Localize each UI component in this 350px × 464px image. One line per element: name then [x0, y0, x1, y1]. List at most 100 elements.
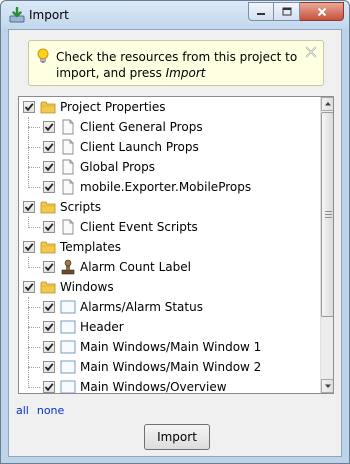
tree-category-row[interactable]: Project Properties [19, 97, 318, 117]
tree-node-label: Client General Props [80, 120, 203, 134]
tree-node-label: Main Windows/Overview [80, 380, 227, 394]
select-none-link[interactable]: none [37, 404, 64, 417]
tree-item-row[interactable]: Header [19, 317, 318, 337]
tree-node-label: Scripts [60, 200, 102, 214]
minimize-icon [257, 12, 265, 15]
import-arrow-icon [9, 7, 25, 23]
grip-line [325, 214, 332, 215]
tree-node-label: Project Properties [60, 100, 166, 114]
tree-rows: Project Properties Client General Props Cl… [19, 97, 318, 394]
resource-checkbox[interactable] [43, 261, 55, 273]
import-dialog: Import Check the resources from this pro… [0, 0, 350, 464]
maximize-button[interactable] [274, 2, 300, 21]
tip-emphasis: Import [165, 66, 206, 80]
tree-node-label: Client Event Scripts [80, 220, 198, 234]
scroll-up-button[interactable] [321, 97, 333, 111]
folder-icon [40, 241, 56, 254]
tree-connector-line [28, 127, 40, 128]
resource-checkbox[interactable] [43, 121, 55, 133]
tree-connector-line [28, 167, 40, 168]
scroll-thumb[interactable] [321, 112, 333, 317]
resource-checkbox[interactable] [43, 181, 55, 193]
tree-item-row[interactable]: mobile.Exporter.MobileProps [19, 177, 318, 197]
resource-checkbox[interactable] [23, 101, 35, 113]
tree-item-row[interactable]: Main Windows/Main Window 2 [19, 357, 318, 377]
tree-category-row[interactable]: Templates [19, 237, 318, 257]
dialog-body: Check the resources from this project to… [8, 29, 342, 457]
resource-checkbox[interactable] [43, 301, 55, 313]
tip-message: Check the resources from this project to… [56, 49, 306, 81]
window-icon [60, 340, 76, 354]
tree-connector-line [28, 147, 40, 148]
folder-icon [40, 201, 56, 214]
resource-checkbox[interactable] [23, 241, 35, 253]
tree-node-label: Main Windows/Main Window 1 [80, 340, 262, 354]
info-tip: Check the resources from this project to… [28, 40, 324, 86]
grip-line [325, 211, 332, 212]
tree-connector-line [28, 367, 40, 368]
tree-node-label: mobile.Exporter.MobileProps [80, 180, 252, 194]
folder-icon [40, 101, 56, 114]
resource-checkbox[interactable] [43, 221, 55, 233]
tree-category-row[interactable]: Scripts [19, 197, 318, 217]
window-controls [248, 2, 344, 22]
title-bar[interactable]: Import [1, 1, 349, 29]
resource-checkbox[interactable] [43, 161, 55, 173]
tree-node-label: Header [80, 320, 124, 334]
tree-item-row[interactable]: Global Props [19, 157, 318, 177]
window-icon [60, 360, 76, 374]
maximize-icon [282, 7, 291, 16]
window-icon [60, 300, 76, 314]
tree-connector-line [28, 267, 40, 268]
tree-item-row[interactable]: Main Windows/Main Window 1 [19, 337, 318, 357]
folder-icon [40, 281, 56, 294]
close-button[interactable] [300, 2, 344, 21]
tree-node-label: Windows [60, 280, 114, 294]
tree-connector-line [28, 387, 40, 388]
page-icon [62, 119, 74, 135]
scroll-down-button[interactable] [321, 379, 333, 393]
import-button[interactable]: Import [144, 424, 210, 450]
tree-category-row[interactable]: Windows [19, 277, 318, 297]
resource-checkbox[interactable] [43, 341, 55, 353]
selection-links: all none [16, 404, 72, 417]
resource-checkbox[interactable] [43, 141, 55, 153]
lightbulb-icon [37, 48, 49, 63]
resource-checkbox[interactable] [23, 201, 35, 213]
page-icon [62, 219, 74, 235]
tree-node-label: Global Props [80, 160, 155, 174]
window-icon [60, 320, 76, 334]
tree-item-row[interactable]: Client Event Scripts [19, 217, 318, 237]
minimize-button[interactable] [248, 2, 274, 21]
window-title: Import [29, 8, 69, 22]
page-icon [62, 179, 74, 195]
arrow-down-icon [325, 384, 331, 388]
tree-item-row[interactable]: Client General Props [19, 117, 318, 137]
tree-connector-line [28, 227, 40, 228]
tree-item-row[interactable]: Client Launch Props [19, 137, 318, 157]
resource-tree[interactable]: Project Properties Client General Props Cl… [18, 96, 334, 394]
tree-connector-line [28, 327, 40, 328]
dismiss-tip-icon[interactable] [304, 45, 318, 59]
tree-connector-line [28, 347, 40, 348]
tree-item-row[interactable]: Alarms/Alarm Status [19, 297, 318, 317]
resource-checkbox[interactable] [43, 361, 55, 373]
window-icon [60, 380, 76, 393]
tree-node-label: Alarms/Alarm Status [80, 300, 203, 314]
vertical-scrollbar[interactable] [320, 97, 333, 393]
tree-node-label: Main Windows/Main Window 2 [80, 360, 262, 374]
tree-item-row[interactable]: Alarm Count Label [19, 257, 318, 277]
page-icon [62, 159, 74, 175]
page-icon [62, 139, 74, 155]
tree-node-label: Alarm Count Label [80, 260, 191, 274]
resource-checkbox[interactable] [23, 281, 35, 293]
tree-item-row[interactable]: Main Windows/Overview [19, 377, 318, 394]
tree-connector-line [28, 307, 40, 308]
resource-checkbox[interactable] [43, 321, 55, 333]
arrow-up-icon [325, 102, 331, 106]
grip-line [325, 217, 332, 218]
select-all-link[interactable]: all [16, 404, 29, 417]
resource-checkbox[interactable] [43, 381, 55, 393]
stamp-icon [61, 259, 75, 275]
close-icon [317, 7, 326, 16]
